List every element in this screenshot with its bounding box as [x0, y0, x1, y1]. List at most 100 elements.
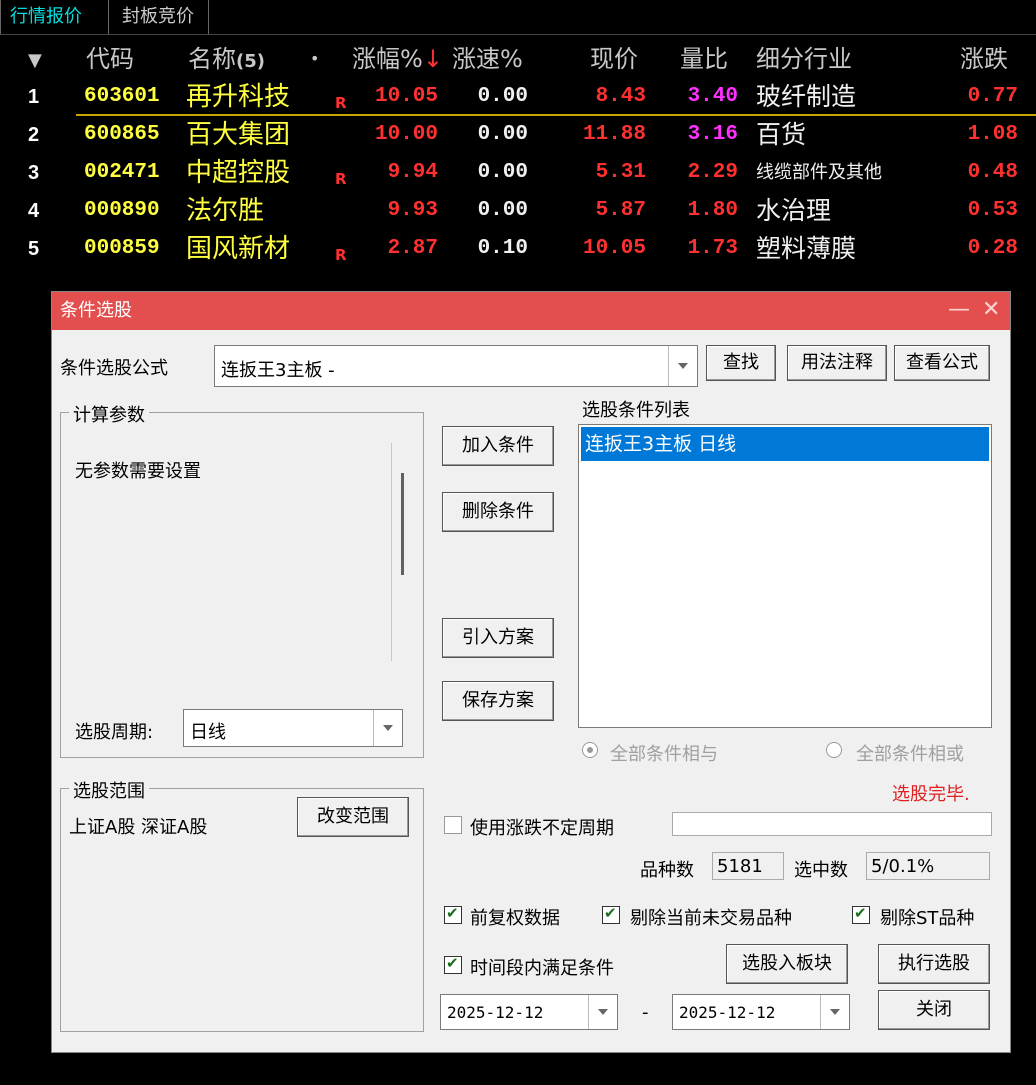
time-range-checkbox[interactable] — [444, 954, 462, 974]
time-range-label: 时间段内满足条件 — [470, 958, 614, 979]
date-to-combo[interactable]: 2025-12-12 — [672, 994, 850, 1030]
dialog-titlebar[interactable]: 条件选股 — ✕ — [52, 292, 1010, 330]
condition-list[interactable]: 连扳王3主板 日线 — [578, 424, 992, 728]
exclude-untraded-checkbox[interactable] — [602, 904, 620, 924]
condition-select-dialog: 条件选股 — ✕ 条件选股公式 连扳王3主板 - 查找 用法注释 查看公式 计算… — [51, 291, 1011, 1053]
industry: 线缆部件及其他 — [756, 162, 882, 183]
add-condition-button[interactable]: 加入条件 — [442, 426, 554, 466]
updown: 1.08 — [967, 123, 1018, 146]
tab-auction[interactable]: 封板竞价 — [112, 0, 209, 34]
period-combo[interactable]: 日线 — [183, 709, 403, 747]
add-to-block-button[interactable]: 选股入板块 — [726, 944, 848, 984]
updown: 0.48 — [967, 161, 1018, 184]
count-label: 品种数 — [640, 860, 694, 881]
row-index: 4 — [28, 200, 40, 222]
import-plan-button[interactable]: 引入方案 — [442, 618, 554, 658]
margin-flag: R — [335, 246, 347, 264]
range-value: 上证A股 深证A股 — [69, 817, 208, 838]
sort-menu-icon[interactable]: ▼ — [28, 42, 42, 80]
header-code[interactable]: 代码 — [86, 40, 134, 78]
stock-code: 000890 — [84, 199, 160, 222]
condition-list-label: 选股条件列表 — [582, 400, 690, 421]
chevron-down-icon[interactable] — [373, 710, 402, 746]
range-label: 选股范围 — [69, 777, 149, 803]
speed-pct: 0.10 — [477, 237, 528, 260]
chevron-down-icon[interactable] — [588, 995, 617, 1029]
price: 11.88 — [582, 123, 646, 146]
change-range-button[interactable]: 改变范围 — [297, 797, 409, 837]
speed-pct: 0.00 — [477, 123, 528, 146]
close-button[interactable]: 关闭 — [878, 990, 990, 1030]
row-index: 5 — [28, 238, 40, 260]
header-dot: • — [310, 49, 320, 68]
header-updown[interactable]: 涨跌 — [960, 40, 1008, 78]
stock-code: 603601 — [84, 85, 160, 108]
vol-ratio: 2.29 — [687, 161, 738, 184]
calc-params-label: 计算参数 — [69, 401, 149, 427]
vol-ratio: 1.80 — [687, 199, 738, 222]
selected-field: 5/0.1% — [866, 852, 990, 880]
chevron-down-icon[interactable] — [668, 346, 697, 386]
date-to-value: 2025-12-12 — [679, 1003, 776, 1022]
chevron-down-icon[interactable] — [820, 995, 849, 1029]
radio-all-and-label: 全部条件相与 — [610, 744, 718, 765]
formula-combo[interactable]: 连扳王3主板 - — [214, 345, 698, 387]
close-icon[interactable]: ✕ — [982, 292, 1000, 328]
vol-ratio: 3.16 — [687, 123, 738, 146]
header-vol-ratio[interactable]: 量比 — [680, 40, 728, 78]
radio-all-and[interactable] — [582, 742, 598, 758]
selected-label: 选中数 — [794, 860, 848, 881]
sort-desc-icon: ↓ — [422, 45, 443, 73]
stock-code: 600865 — [84, 123, 160, 146]
pre-adjust-checkbox[interactable] — [444, 904, 462, 924]
scroll-track — [391, 443, 392, 661]
view-formula-button[interactable]: 查看公式 — [894, 345, 990, 381]
industry: 塑料薄膜 — [756, 234, 857, 263]
exclude-untraded-label: 剔除当前未交易品种 — [630, 908, 792, 929]
speed-pct: 0.00 — [477, 199, 528, 222]
date-from-combo[interactable]: 2025-12-12 — [440, 994, 618, 1030]
find-button[interactable]: 查找 — [706, 345, 776, 381]
save-plan-button[interactable]: 保存方案 — [442, 681, 554, 721]
table-row[interactable]: 5 000859 国风新材 R 2.87 0.10 10.05 1.73 塑料薄… — [0, 230, 1036, 268]
stock-name: 国风新材 — [186, 234, 291, 264]
stock-code: 000859 — [84, 237, 160, 260]
quote-table: ▼ 代码 名称(5) • 涨幅%↓ 涨速% 现价 量比 细分行业 涨跌 1 60… — [0, 40, 1036, 268]
table-row[interactable]: 2 600865 百大集团 10.00 0.00 11.88 3.16 百货 1… — [0, 116, 1036, 154]
pre-adjust-label: 前复权数据 — [470, 908, 560, 929]
exclude-st-checkbox[interactable] — [852, 904, 870, 924]
price: 10.05 — [582, 237, 646, 260]
radio-all-or[interactable] — [826, 742, 842, 758]
table-row[interactable]: 1 603601 再升科技 R 10.05 0.00 8.43 3.40 玻纤制… — [0, 78, 1036, 116]
industry: 玻纤制造 — [756, 82, 857, 111]
row-index: 2 — [28, 124, 40, 146]
usage-notes-button[interactable]: 用法注释 — [787, 345, 887, 381]
updown: 0.77 — [967, 85, 1018, 108]
formula-label: 条件选股公式 — [60, 358, 168, 379]
header-name[interactable]: 名称(5) — [188, 40, 265, 78]
calc-params-group: 计算参数 无参数需要设置 选股周期: 日线 — [60, 401, 424, 758]
header-industry[interactable]: 细分行业 — [756, 40, 852, 78]
stock-name: 再升科技 — [186, 82, 291, 112]
scrollbar-thumb[interactable] — [401, 473, 404, 575]
table-row[interactable]: 4 000890 法尔胜 9.93 0.00 5.87 1.80 水治理 0.5… — [0, 192, 1036, 230]
tab-quote[interactable]: 行情报价 — [0, 0, 109, 34]
vol-ratio: 1.73 — [687, 237, 738, 260]
period-label: 选股周期: — [75, 722, 154, 743]
status-text: 选股完毕. — [892, 784, 970, 805]
header-change[interactable]: 涨幅%↓ — [352, 40, 443, 78]
radio-all-or-label: 全部条件相或 — [856, 744, 964, 765]
stock-name: 百大集团 — [186, 120, 291, 150]
tab-bar: 行情报价 封板竞价 — [0, 0, 1036, 35]
use-uncertain-period-checkbox[interactable] — [444, 816, 462, 834]
use-uncertain-period-label: 使用涨跌不定周期 — [470, 818, 614, 839]
table-row[interactable]: 3 002471 中超控股 R 9.94 0.00 5.31 2.29 线缆部件… — [0, 154, 1036, 192]
price: 8.43 — [595, 85, 646, 108]
minimize-icon[interactable]: — — [948, 292, 970, 328]
header-price[interactable]: 现价 — [590, 40, 638, 78]
run-select-button[interactable]: 执行选股 — [878, 944, 990, 984]
delete-condition-button[interactable]: 删除条件 — [442, 492, 554, 532]
header-speed[interactable]: 涨速% — [452, 40, 523, 78]
uncertain-period-input[interactable] — [672, 812, 992, 836]
list-item[interactable]: 连扳王3主板 日线 — [581, 427, 989, 461]
